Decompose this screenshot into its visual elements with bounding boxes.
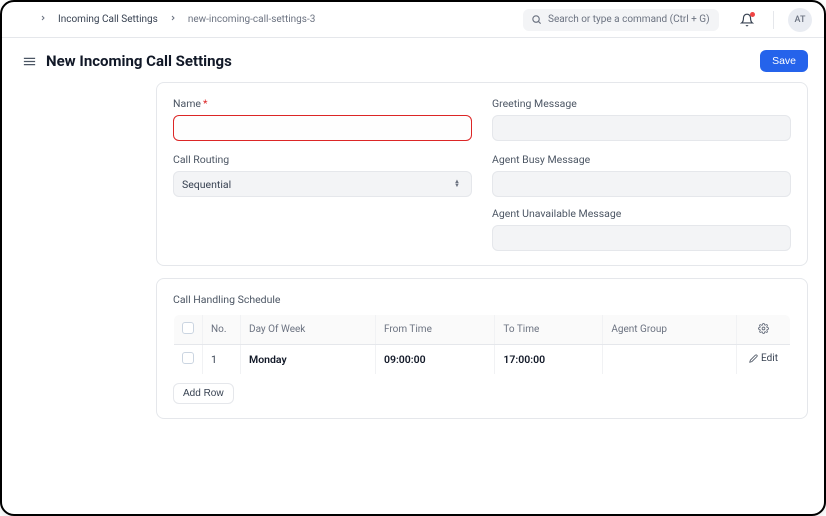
settings-form-card: Name* Greeting Message Call Routing Sequ… xyxy=(156,82,808,266)
menu-icon[interactable] xyxy=(18,50,40,72)
select-chevrons-icon: ▲▼ xyxy=(451,180,463,188)
cell-to: 17:00:00 xyxy=(495,345,603,375)
col-settings[interactable] xyxy=(737,315,791,345)
greeting-input[interactable] xyxy=(492,115,791,141)
top-navbar: Incoming Call Settings new-incoming-call… xyxy=(2,2,824,38)
cell-group xyxy=(603,345,737,375)
col-group: Agent Group xyxy=(603,315,737,345)
add-row-button[interactable]: Add Row xyxy=(173,383,234,404)
busy-field-group: Agent Busy Message xyxy=(492,153,791,197)
name-input[interactable] xyxy=(173,115,472,141)
table-row[interactable]: 1 Monday 09:00:00 17:00:00 Edit xyxy=(174,345,791,375)
unavail-input[interactable] xyxy=(492,225,791,251)
save-button[interactable]: Save xyxy=(760,50,808,72)
search-placeholder: Search or type a command (Ctrl + G) xyxy=(548,14,710,25)
required-star: * xyxy=(203,97,208,110)
name-field-group: Name* xyxy=(173,97,472,141)
avatar[interactable]: AT xyxy=(788,8,812,32)
breadcrumb-parent[interactable]: Incoming Call Settings xyxy=(58,14,158,25)
gear-icon xyxy=(758,323,769,334)
edit-row-button[interactable]: Edit xyxy=(749,353,778,364)
col-to: To Time xyxy=(495,315,603,345)
page-title: New Incoming Call Settings xyxy=(46,52,760,70)
cell-no: 1 xyxy=(203,345,241,375)
greeting-label: Greeting Message xyxy=(492,97,791,110)
breadcrumb-current: new-incoming-call-settings-3 xyxy=(188,14,316,25)
schedule-card: Call Handling Schedule No. Day Of Week F… xyxy=(156,278,808,419)
notifications-button[interactable] xyxy=(735,8,759,32)
col-no: No. xyxy=(203,315,241,345)
col-day: Day Of Week xyxy=(241,315,376,345)
page-header: New Incoming Call Settings Save xyxy=(2,38,824,82)
schedule-table: No. Day Of Week From Time To Time Agent … xyxy=(173,314,791,375)
cell-day: Monday xyxy=(241,345,376,375)
name-label: Name* xyxy=(173,97,472,110)
busy-input[interactable] xyxy=(492,171,791,197)
routing-field-group: Call Routing Sequential ▲▼ xyxy=(173,153,472,251)
col-from: From Time xyxy=(375,315,494,345)
select-all-checkbox[interactable] xyxy=(182,322,194,334)
search-icon xyxy=(531,14,542,25)
greeting-field-group: Greeting Message xyxy=(492,97,791,141)
pencil-icon xyxy=(749,354,758,363)
table-header-row: No. Day Of Week From Time To Time Agent … xyxy=(174,315,791,345)
cell-from: 09:00:00 xyxy=(375,345,494,375)
routing-label: Call Routing xyxy=(173,153,472,166)
schedule-label: Call Handling Schedule xyxy=(173,293,791,306)
chevron-right-icon xyxy=(166,14,180,25)
routing-select[interactable]: Sequential ▲▼ xyxy=(173,171,472,197)
search-input[interactable]: Search or type a command (Ctrl + G) xyxy=(523,9,719,31)
unavail-label: Agent Unavailable Message xyxy=(492,207,791,220)
row-checkbox[interactable] xyxy=(182,352,194,364)
notification-dot-icon xyxy=(750,12,755,17)
chevron-right-icon xyxy=(36,14,50,25)
busy-label: Agent Busy Message xyxy=(492,153,791,166)
routing-value: Sequential xyxy=(182,178,231,191)
unavail-field-group: Agent Unavailable Message xyxy=(492,207,791,251)
divider xyxy=(773,11,774,29)
